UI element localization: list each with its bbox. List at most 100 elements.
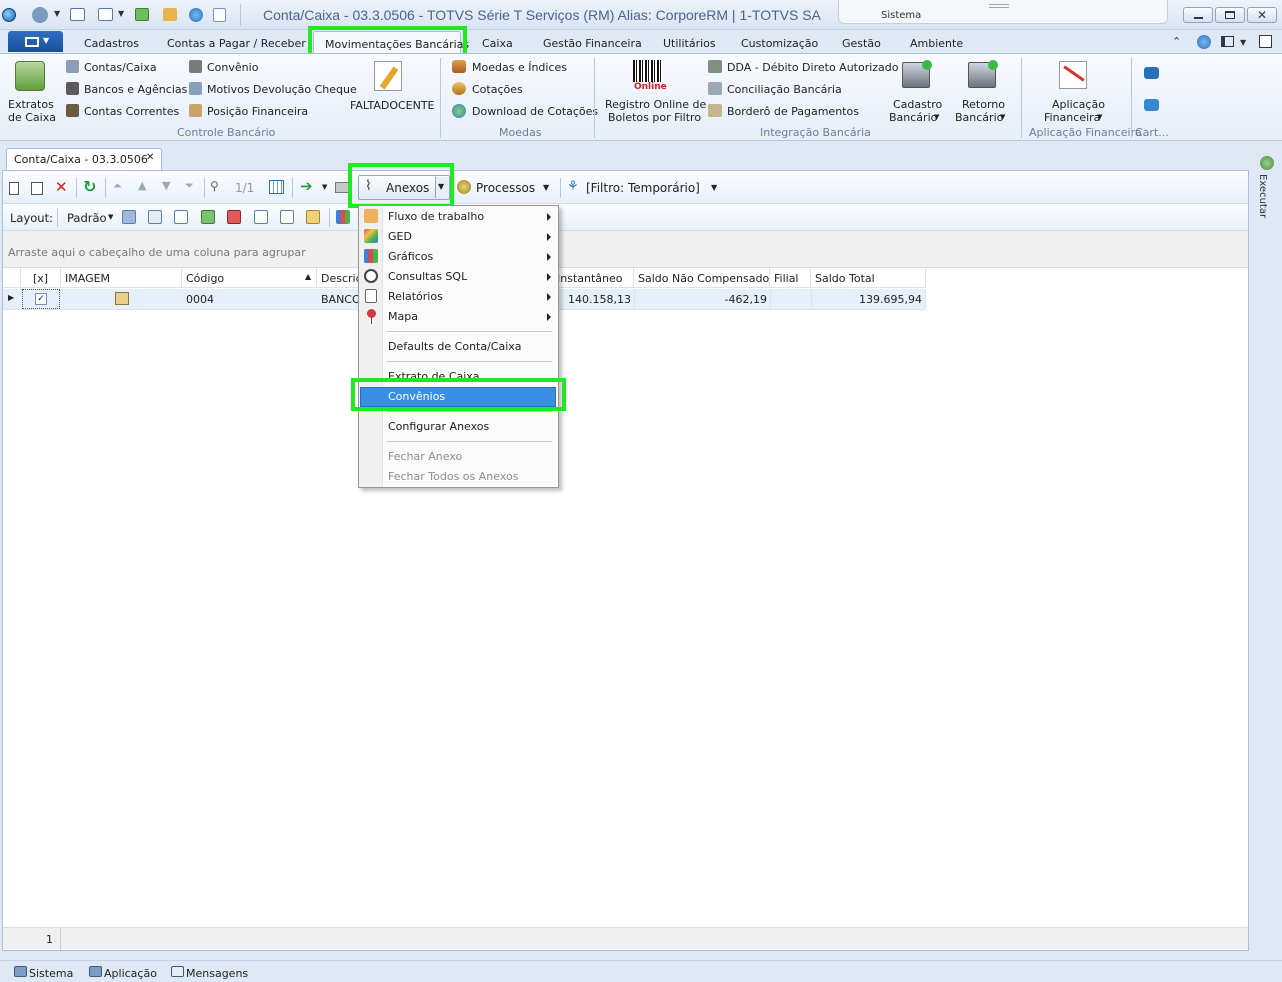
close-tab-icon[interactable]: ✕ xyxy=(146,152,154,163)
menu-item-consultas-sql[interactable]: Consultas SQL xyxy=(359,267,559,287)
app-menu-button[interactable]: ▼ xyxy=(8,31,63,52)
motivos-devolucao-button[interactable]: Motivos Devolução Cheque xyxy=(187,81,357,99)
bordero-button[interactable]: Borderô de Pagamentos xyxy=(706,103,859,121)
dda-button[interactable]: DDA - Débito Direto Autorizado xyxy=(706,59,899,77)
layout-preset-dropdown[interactable]: Padrão ▼ xyxy=(63,207,117,228)
app-orb-icon[interactable] xyxy=(2,8,16,22)
status-sistema[interactable]: Sistema xyxy=(12,964,73,981)
tab-utilitarios[interactable]: Utilitários xyxy=(663,37,716,50)
previous-record-icon[interactable]: ▲ xyxy=(138,179,146,192)
contas-correntes-button[interactable]: Contas Correntes xyxy=(64,103,179,121)
edit-icon[interactable] xyxy=(31,182,43,195)
posicao-financeira-button[interactable]: Posição Financeira xyxy=(187,103,308,121)
menu-item-configurar-anexos[interactable]: Configurar Anexos xyxy=(359,417,559,437)
layout-sum-icon[interactable] xyxy=(280,210,294,224)
conciliacao-button[interactable]: Conciliação Bancária xyxy=(706,81,842,99)
col-header-instantaneo[interactable]: Instantâneo xyxy=(553,268,634,288)
cadastro-bancario-button[interactable]: Cadastro Bancário ▼ xyxy=(886,58,946,124)
system-panel[interactable]: Sistema xyxy=(838,0,1168,24)
col-header-filial[interactable]: Filial xyxy=(770,268,811,288)
layout-icon[interactable] xyxy=(98,8,113,21)
tab-cadastros[interactable]: Cadastros xyxy=(84,37,139,50)
tab-caixa[interactable]: Caixa xyxy=(482,37,513,50)
document-tab[interactable]: Conta/Caixa - 03.3.0506 ✕ xyxy=(6,148,162,170)
menu-item-ged[interactable]: GED xyxy=(359,227,559,247)
minimize-button[interactable] xyxy=(1183,7,1213,23)
help-globe-icon[interactable] xyxy=(1197,35,1211,49)
new-icon[interactable] xyxy=(9,182,19,195)
tab-customizacao[interactable]: Customização xyxy=(741,37,818,50)
menu-item-defaults[interactable]: Defaults de Conta/Caixa xyxy=(359,337,559,357)
bancos-agencias-button[interactable]: Bancos e Agências xyxy=(64,81,187,99)
menu-item-fluxo-trabalho[interactable]: Fluxo de trabalho xyxy=(359,207,559,227)
calendar-grid-icon[interactable] xyxy=(269,180,284,194)
processos-button[interactable]: Processos ▼ xyxy=(455,177,557,199)
layout-import-icon[interactable] xyxy=(201,210,215,224)
export-arrow-icon[interactable]: ➔ xyxy=(300,177,313,195)
menu-item-extrato-caixa[interactable]: Extrato de Caixa xyxy=(359,367,559,387)
layout-save-icon[interactable] xyxy=(122,210,136,224)
anexos-button[interactable]: ⌇ Anexos ▼ xyxy=(358,175,450,200)
binoculars-icon[interactable]: ⚲ xyxy=(210,179,219,193)
layout-columns-icon[interactable] xyxy=(174,210,188,224)
panel-toggle-icon[interactable] xyxy=(1221,36,1234,47)
cart-icon-1[interactable] xyxy=(1144,67,1159,79)
tab-contas-pagar-receber[interactable]: Contas a Pagar / Receber xyxy=(167,37,306,50)
last-record-icon[interactable]: ⏷ xyxy=(185,179,194,193)
retorno-bancario-button[interactable]: Retorno Bancário ▼ xyxy=(952,58,1012,124)
document-icon[interactable] xyxy=(213,8,226,22)
layout-format-icon[interactable] xyxy=(306,210,320,224)
export-icon[interactable] xyxy=(135,8,149,21)
moedas-indices-button[interactable]: Moedas e Índices xyxy=(450,59,567,77)
filtro-button[interactable]: ⚘ [Filtro: Temporário] ▼ xyxy=(565,177,725,199)
refresh-icon[interactable]: ↻ xyxy=(83,177,96,196)
col-header-imagem[interactable]: IMAGEM xyxy=(61,268,182,288)
tab-movimentacoes-bancarias[interactable]: Movimentações Bancárias xyxy=(313,31,469,53)
col-header-saldo-nao-compensado[interactable]: Saldo Não Compensado xyxy=(634,268,770,288)
convenio-button[interactable]: Convênio xyxy=(187,59,267,77)
tab-ambiente[interactable]: Ambiente xyxy=(910,37,963,50)
side-panel-executar[interactable]: Executar xyxy=(1257,152,1279,232)
menu-item-graficos[interactable]: Gráficos xyxy=(359,247,559,267)
delete-icon[interactable]: ✕ xyxy=(55,178,68,196)
quick-access-settings-icon[interactable] xyxy=(32,7,48,23)
tab-gestao[interactable]: Gestão xyxy=(842,37,881,50)
row-select-checkbox[interactable]: ✓ xyxy=(22,289,60,309)
cart-icon-2[interactable] xyxy=(1144,99,1159,111)
download-cotacoes-button[interactable]: Download de Cotações xyxy=(450,103,598,121)
globe-icon[interactable] xyxy=(189,8,203,22)
col-header-codigo[interactable]: Código xyxy=(182,268,317,288)
contas-caixa-button[interactable]: Contas/Caixa xyxy=(64,59,174,77)
next-record-icon[interactable]: ▼ xyxy=(162,179,170,192)
menu-item-convenios[interactable]: Convênios xyxy=(360,387,556,407)
status-mensagens[interactable]: Mensagens xyxy=(169,964,249,981)
status-aplicacao[interactable]: Aplicação xyxy=(87,964,157,981)
group-by-area[interactable]: Arraste aqui o cabeçalho de uma coluna p… xyxy=(3,231,1248,268)
tools-icon[interactable] xyxy=(163,8,177,21)
col-header-descricao[interactable]: Descriçã xyxy=(317,268,362,288)
close-window-button[interactable]: ✕ xyxy=(1247,7,1277,23)
menu-item-mapa[interactable]: Mapa xyxy=(359,307,559,327)
layout-delete-icon[interactable] xyxy=(148,210,162,224)
cotacoes-button[interactable]: Cotações xyxy=(450,81,530,99)
registro-online-button[interactable]: Online Registro Online de Boletos por Fi… xyxy=(602,58,706,124)
tab-gestao-financeira[interactable]: Gestão Financeira xyxy=(543,37,642,50)
quick-box-icon[interactable] xyxy=(1259,35,1272,48)
extratos-caixa-button[interactable]: Extratos de Caixa xyxy=(4,58,56,124)
menu-item-relatorios[interactable]: Relatórios xyxy=(359,287,559,307)
cell-codigo: 0004 xyxy=(186,293,214,306)
anexos-dropdown-toggle[interactable]: ▼ xyxy=(435,177,448,198)
first-record-icon[interactable]: ⏶ xyxy=(113,179,122,193)
layout-export-icon[interactable] xyxy=(227,210,241,224)
faltadocente-button[interactable]: FALTADOCENTE xyxy=(348,58,435,114)
window-icon[interactable] xyxy=(70,8,85,21)
layout-filter-icon[interactable] xyxy=(254,210,268,224)
aplicacao-financeira-button[interactable]: Aplicação Financeira ▼ xyxy=(1038,58,1112,124)
print-icon[interactable] xyxy=(335,182,350,193)
col-header-saldo-total[interactable]: Saldo Total xyxy=(811,268,926,288)
restore-button[interactable] xyxy=(1215,7,1245,23)
status-bar: Sistema Aplicação Mensagens xyxy=(0,960,1282,982)
col-header-select[interactable]: [x] xyxy=(21,268,61,288)
collapse-ribbon-icon[interactable]: ⌃ xyxy=(1172,35,1181,48)
layout-chart-icon[interactable] xyxy=(336,210,350,224)
